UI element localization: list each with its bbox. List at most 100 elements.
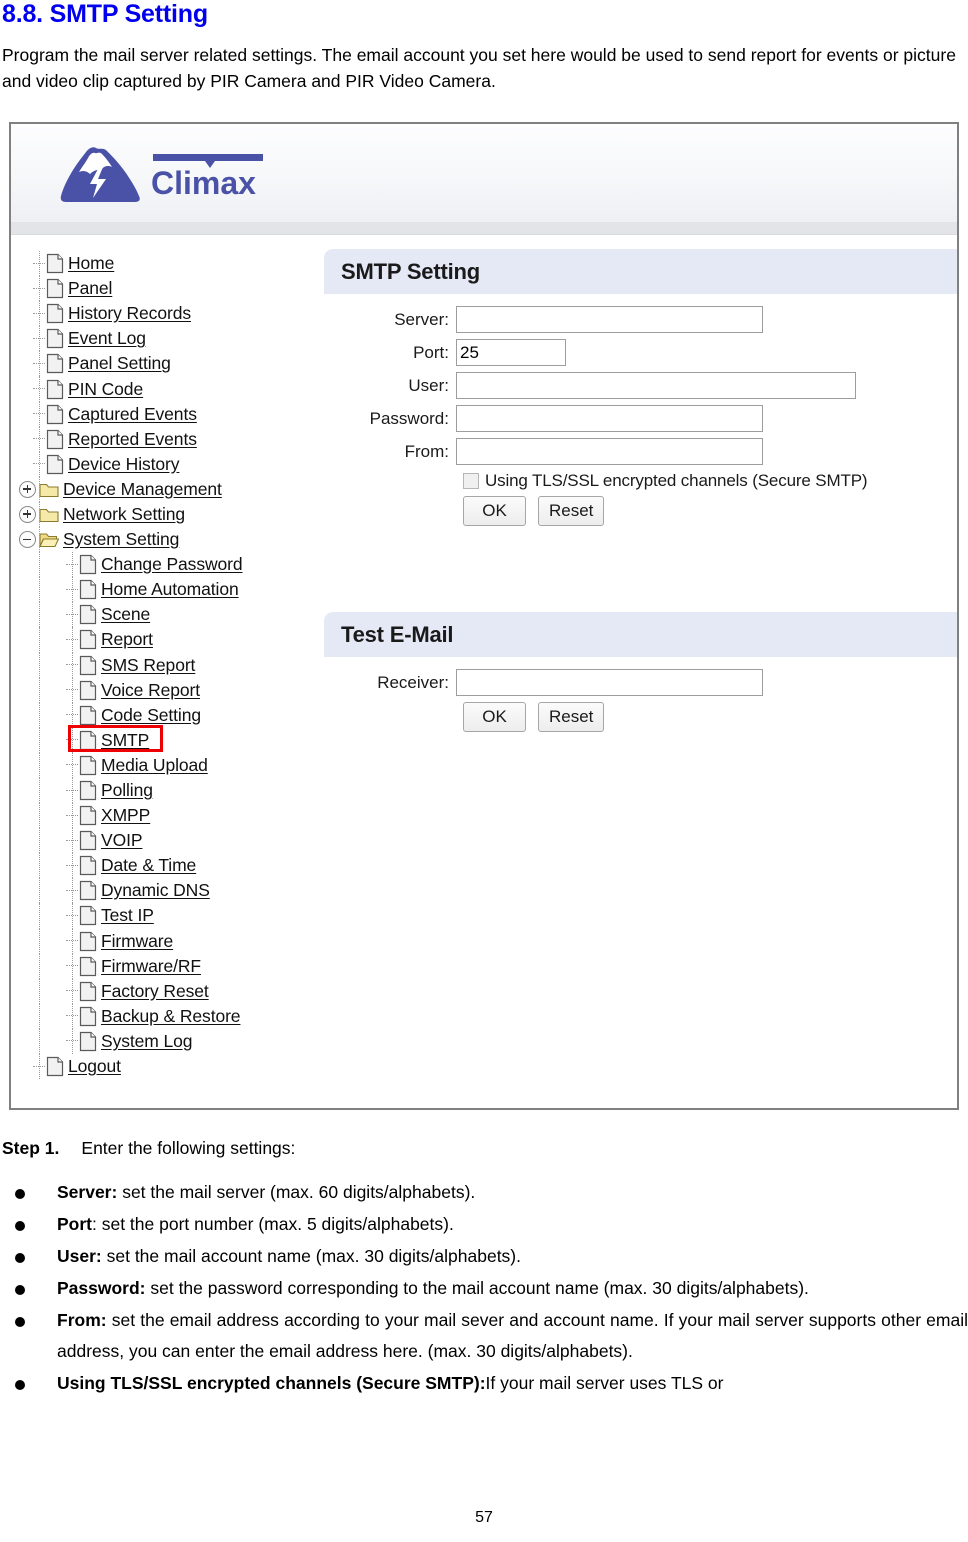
page-icon (79, 806, 97, 826)
app-header: Climax (11, 124, 957, 235)
tree-guide-line (72, 803, 74, 829)
tree-guide-line (39, 351, 41, 377)
bullet-text: set the mail account name (max. 30 digit… (101, 1246, 521, 1266)
tree-item-system-log[interactable]: System Log (19, 1028, 309, 1054)
tree-guide-line (39, 727, 41, 753)
collapse-icon[interactable] (19, 531, 36, 549)
settings-bullet-list: Server: set the mail server (max. 60 dig… (2, 1177, 968, 1400)
tree-item-label: XMPP (101, 805, 151, 826)
from-input[interactable] (456, 438, 763, 465)
tree-item-label: Media Upload (101, 754, 208, 775)
tree-item-polling[interactable]: Polling (19, 777, 309, 804)
tree-item-firmware-rf[interactable]: Firmware/RF (19, 953, 309, 979)
password-input[interactable] (456, 405, 763, 432)
tree-item-panel-setting[interactable]: Panel Setting (19, 351, 309, 377)
tree-guide-line (72, 1028, 74, 1054)
tree-item-system-setting[interactable]: System Setting (19, 527, 309, 553)
bullet-term: User: (57, 1246, 102, 1266)
smtp-highlight-annotation (68, 724, 163, 752)
tree-item-label: Panel Setting (68, 353, 171, 374)
tree-item-change-password[interactable]: Change Password (19, 552, 309, 578)
page-icon (79, 931, 97, 951)
port-label: Port: (413, 342, 449, 362)
tree-item-panel[interactable]: Panel (19, 276, 309, 302)
bullet-item: Port: set the port number (max. 5 digits… (2, 1209, 968, 1240)
tree-item-home-automation[interactable]: Home Automation (19, 577, 309, 603)
tree-item-label: Firmware (101, 930, 174, 951)
smtp-ok-button[interactable]: OK (463, 496, 526, 526)
tree-item-network-setting[interactable]: Network Setting (19, 501, 309, 528)
test-email-ok-button[interactable]: OK (463, 702, 526, 732)
mountain-lightning-icon (60, 147, 140, 202)
page-icon (79, 981, 97, 1001)
tree-item-device-management[interactable]: Device Management (19, 476, 309, 502)
tree-item-test-ip[interactable]: Test IP (19, 903, 309, 929)
tree-item-smtp[interactable]: SMTP (19, 724, 309, 753)
tls-checkbox-row[interactable]: Using TLS/SSL encrypted channels (Secure… (463, 471, 957, 491)
tree-item-dynamic-dns[interactable]: Dynamic DNS (19, 878, 309, 904)
bullet-item: From: set the email address according to… (2, 1305, 968, 1367)
user-input[interactable] (456, 372, 856, 399)
tree-item-label: VOIP (101, 830, 143, 851)
tree-item-backup-restore[interactable]: Backup & Restore (19, 1003, 309, 1029)
tree-item-device-history[interactable]: Device History (19, 451, 309, 477)
port-input[interactable] (456, 339, 566, 366)
tree-item-home[interactable]: Home (19, 251, 309, 277)
tree-item-pin-code[interactable]: PIN Code (19, 376, 309, 402)
tree-item-label: Panel (68, 278, 113, 299)
tree-item-voice-report[interactable]: Voice Report (19, 677, 309, 703)
tree-guide-line (39, 652, 41, 678)
tree-item-label: Device Management (63, 478, 222, 499)
step-text: Enter the following settings: (81, 1138, 296, 1158)
tree-item-firmware[interactable]: Firmware (19, 928, 309, 954)
smtp-panel-title: SMTP Setting (341, 258, 480, 284)
smtp-panel-body: Server: Port: User: Password: From: (324, 294, 957, 526)
tree-item-xmpp[interactable]: XMPP (19, 803, 309, 829)
page-icon (46, 404, 64, 424)
tree-item-sms-report[interactable]: SMS Report (19, 652, 309, 678)
tree-item-date-time[interactable]: Date & Time (19, 853, 309, 879)
tree-item-factory-reset[interactable]: Factory Reset (19, 978, 309, 1004)
tree-item-label: Code Setting (101, 704, 201, 725)
tree-item-report[interactable]: Report (19, 627, 309, 653)
tree-item-history-records[interactable]: History Records (19, 301, 309, 327)
tree-item-logout[interactable]: Logout (19, 1054, 309, 1080)
tree-item-media-upload[interactable]: Media Upload (19, 752, 309, 778)
smtp-setting-panel: SMTP Setting Server: Port: User: Passwor… (324, 249, 957, 526)
tree-item-scene[interactable]: Scene (19, 602, 309, 628)
tree-item-event-log[interactable]: Event Log (19, 326, 309, 352)
tree-item-label: Network Setting (63, 503, 186, 524)
tree-guide-line (72, 627, 74, 653)
user-label: User: (408, 375, 449, 395)
bullet-term: Using TLS/SSL encrypted channels (Secure… (57, 1373, 486, 1393)
smtp-reset-button[interactable]: Reset (538, 496, 605, 526)
tls-checkbox-label: Using TLS/SSL encrypted channels (Secure… (485, 471, 868, 490)
tree-item-voip[interactable]: VOIP (19, 828, 309, 854)
expand-icon[interactable] (19, 505, 36, 523)
tls-checkbox[interactable] (463, 473, 479, 489)
port-field-row: Port: (324, 339, 957, 366)
bullet-item: Password: set the password corresponding… (2, 1273, 968, 1304)
page-icon (79, 705, 97, 725)
tree-item-captured-events[interactable]: Captured Events (19, 401, 309, 427)
test-email-panel-body: Receiver: OK Reset (324, 657, 957, 732)
tree-item-code-setting[interactable]: Code Setting (19, 702, 309, 728)
tree-guide-line (72, 928, 74, 954)
bullet-term: Port (57, 1214, 92, 1234)
expand-icon[interactable] (19, 480, 36, 498)
navigation-tree[interactable]: Home Panel History Records Event Log Pan… (19, 251, 309, 1080)
tree-guide-line (72, 552, 74, 578)
header-divider-band (11, 222, 957, 234)
tree-item-reported-events[interactable]: Reported Events (19, 426, 309, 452)
server-input[interactable] (456, 306, 763, 333)
step-label: Step 1. (2, 1138, 60, 1158)
test-email-panel: Test E-Mail Receiver: OK Reset (324, 612, 957, 732)
tree-item-label: Home (68, 253, 115, 274)
tree-guide-line (72, 577, 74, 603)
receiver-input[interactable] (456, 669, 763, 696)
tree-item-label: PIN Code (68, 378, 144, 399)
test-email-reset-button[interactable]: Reset (538, 702, 605, 732)
server-field-row: Server: (324, 306, 957, 333)
folder-open-icon (39, 533, 59, 548)
tree-guide-line (39, 602, 41, 628)
